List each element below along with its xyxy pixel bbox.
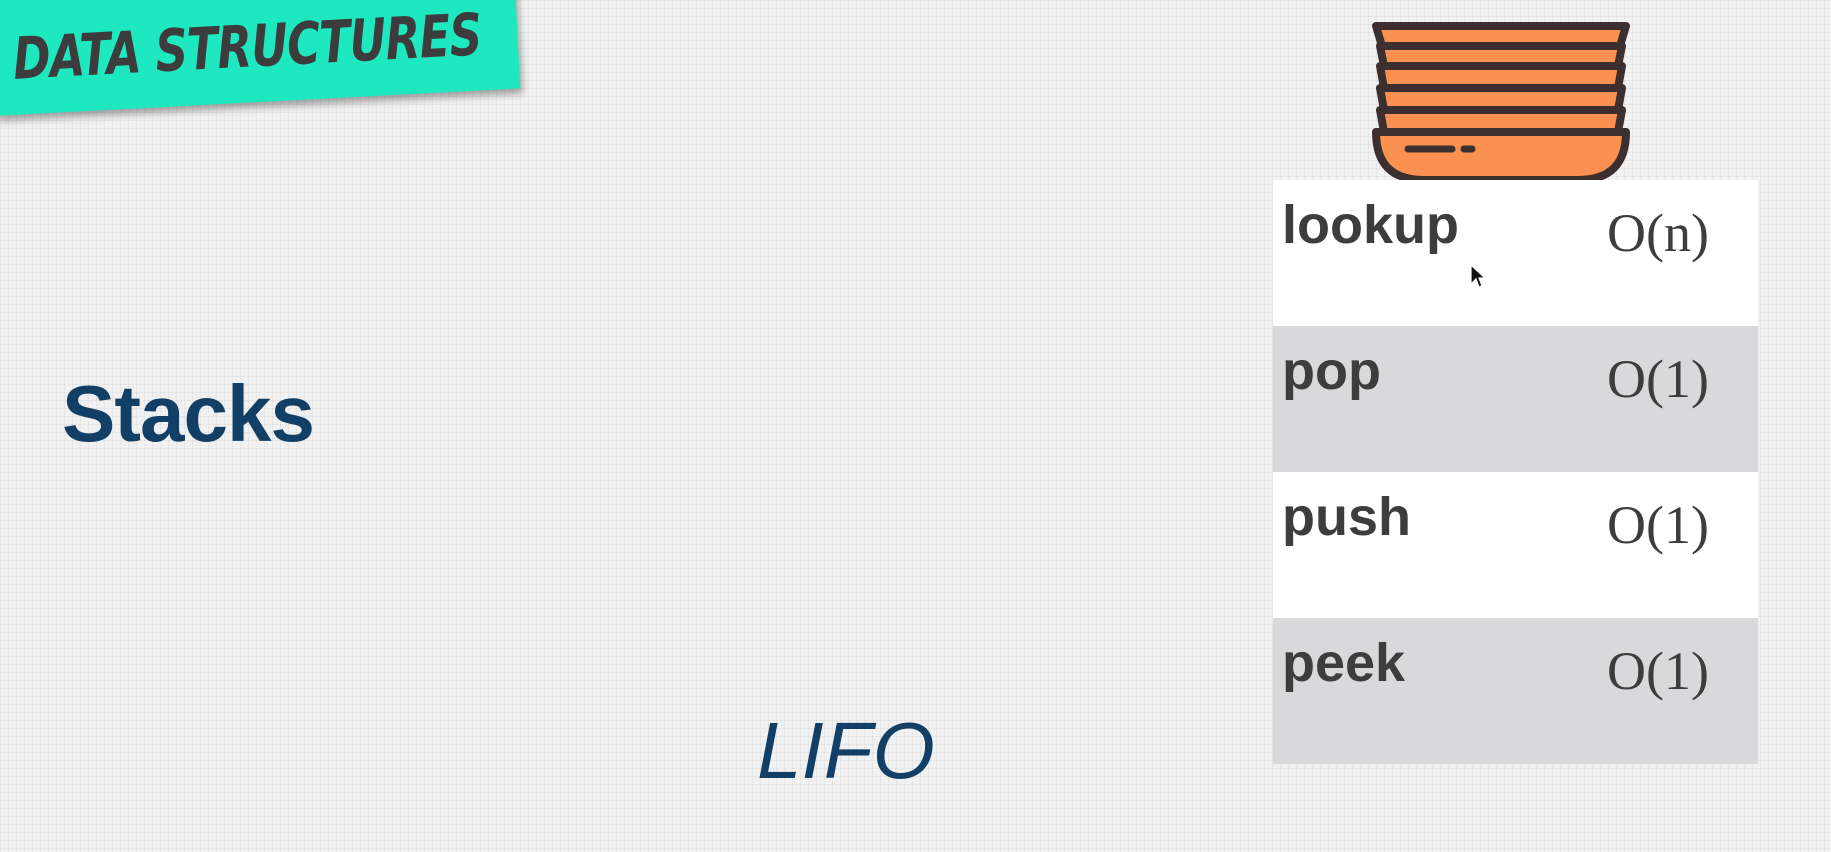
operations-table: lookup O(n) pop O(1) push O(1) peek O(1): [1273, 180, 1758, 764]
operation-name: peek: [1282, 633, 1406, 693]
banner-label: DATA STRUCTURES: [11, 0, 484, 93]
slide-subtitle: LIFO: [757, 706, 935, 795]
operation-cost: O(1): [1607, 495, 1709, 555]
operation-name: push: [1282, 487, 1411, 547]
operation-row-lookup: lookup O(n): [1273, 180, 1758, 326]
stack-of-plates-icon: [1372, 22, 1630, 184]
operation-row-push: push O(1): [1273, 472, 1758, 618]
mouse-cursor-icon: [1470, 264, 1486, 288]
operation-row-pop: pop O(1): [1273, 326, 1758, 472]
operation-cost: O(1): [1607, 349, 1709, 409]
operation-cost: O(n): [1607, 203, 1709, 263]
slide-title: Stacks: [62, 369, 315, 458]
operation-name: pop: [1282, 341, 1381, 401]
section-banner: DATA STRUCTURES: [0, 0, 521, 116]
operation-cost: O(1): [1607, 641, 1709, 701]
operation-row-peek: peek O(1): [1273, 618, 1758, 764]
operation-name: lookup: [1282, 195, 1459, 255]
